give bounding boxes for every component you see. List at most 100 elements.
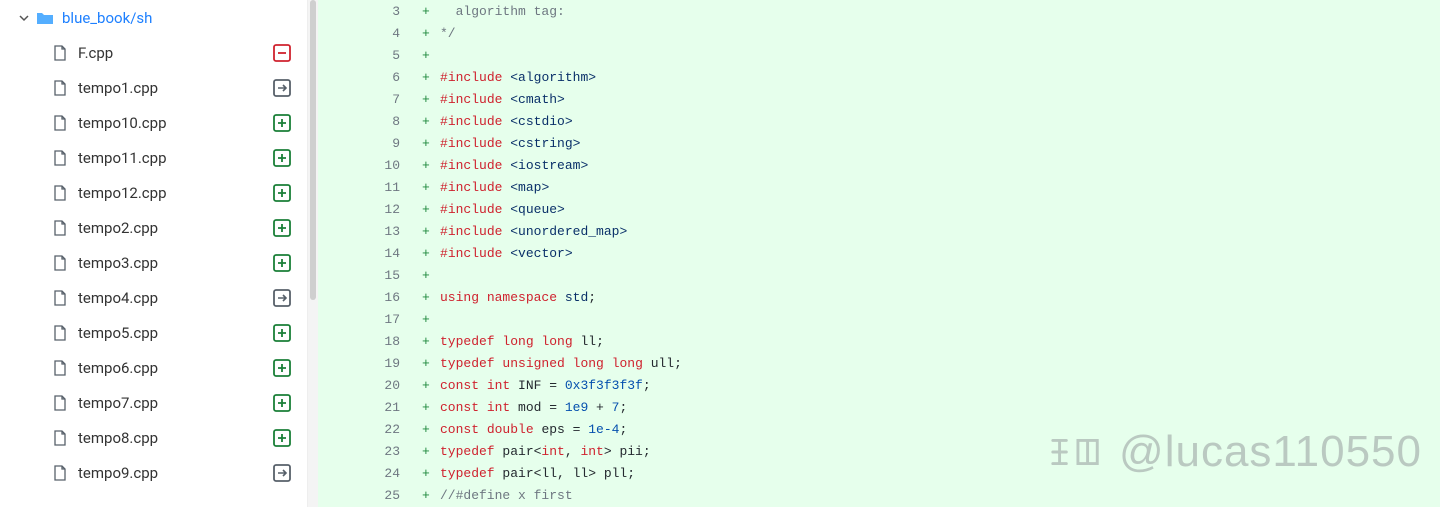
file-item[interactable]: tempo3.cpp bbox=[0, 245, 307, 280]
folder-icon bbox=[36, 10, 54, 26]
diff-plus-sign: + bbox=[418, 246, 440, 261]
status-added-icon bbox=[273, 114, 291, 132]
code-line[interactable]: 17+ bbox=[348, 308, 1440, 330]
diff-plus-sign: + bbox=[418, 48, 440, 63]
code-line[interactable]: 7+#include <cmath> bbox=[348, 88, 1440, 110]
code-line[interactable]: 20+const int INF = 0x3f3f3f3f; bbox=[348, 374, 1440, 396]
code-text: const int INF = 0x3f3f3f3f; bbox=[440, 378, 1440, 393]
code-line[interactable]: 11+#include <map> bbox=[348, 176, 1440, 198]
line-number: 10 bbox=[348, 158, 418, 173]
file-item[interactable]: tempo4.cpp bbox=[0, 280, 307, 315]
file-label: tempo4.cpp bbox=[78, 289, 273, 307]
code-line[interactable]: 4+*/ bbox=[348, 22, 1440, 44]
code-line[interactable]: 14+#include <vector> bbox=[348, 242, 1440, 264]
file-item[interactable]: tempo12.cpp bbox=[0, 175, 307, 210]
file-icon bbox=[52, 465, 68, 481]
file-item[interactable]: tempo11.cpp bbox=[0, 140, 307, 175]
file-item[interactable]: tempo6.cpp bbox=[0, 350, 307, 385]
diff-plus-sign: + bbox=[418, 202, 440, 217]
diff-plus-sign: + bbox=[418, 224, 440, 239]
status-renamed-icon bbox=[273, 289, 291, 307]
file-icon bbox=[52, 360, 68, 376]
file-label: tempo8.cpp bbox=[78, 429, 273, 447]
line-number: 13 bbox=[348, 224, 418, 239]
code-text: //#define x first bbox=[440, 488, 1440, 503]
folder-label: blue_book/sh bbox=[62, 9, 291, 27]
line-number: 9 bbox=[348, 136, 418, 151]
diff-plus-sign: + bbox=[418, 422, 440, 437]
file-item[interactable]: tempo5.cpp bbox=[0, 315, 307, 350]
diff-plus-sign: + bbox=[418, 180, 440, 195]
code-text: using namespace std; bbox=[440, 290, 1440, 305]
code-text: const double eps = 1e-4; bbox=[440, 422, 1440, 437]
file-item[interactable]: tempo8.cpp bbox=[0, 420, 307, 455]
file-icon bbox=[52, 325, 68, 341]
file-item[interactable]: tempo2.cpp bbox=[0, 210, 307, 245]
line-number: 4 bbox=[348, 26, 418, 41]
status-added-icon bbox=[273, 219, 291, 237]
code-line[interactable]: 24+typedef pair<ll, ll> pll; bbox=[348, 462, 1440, 484]
code-line[interactable]: 25+//#define x first bbox=[348, 484, 1440, 506]
line-number: 7 bbox=[348, 92, 418, 107]
sidebar-scrollbar[interactable] bbox=[308, 0, 318, 507]
line-number: 16 bbox=[348, 290, 418, 305]
code-text: #include <iostream> bbox=[440, 158, 1440, 173]
file-icon bbox=[52, 150, 68, 166]
line-number: 24 bbox=[348, 466, 418, 481]
code-text: #include <queue> bbox=[440, 202, 1440, 217]
code-line[interactable]: 10+#include <iostream> bbox=[348, 154, 1440, 176]
file-icon bbox=[52, 80, 68, 96]
diff-plus-sign: + bbox=[418, 70, 440, 85]
code-text: #include <cstdio> bbox=[440, 114, 1440, 129]
code-text: #include <vector> bbox=[440, 246, 1440, 261]
file-icon bbox=[52, 115, 68, 131]
code-text: algorithm tag: bbox=[440, 4, 1440, 19]
file-icon bbox=[52, 185, 68, 201]
file-icon bbox=[52, 395, 68, 411]
code-line[interactable]: 21+const int mod = 1e9 + 7; bbox=[348, 396, 1440, 418]
code-text: typedef long long ll; bbox=[440, 334, 1440, 349]
diff-plus-sign: + bbox=[418, 268, 440, 283]
file-item[interactable]: F.cpp bbox=[0, 35, 307, 70]
file-item[interactable]: tempo10.cpp bbox=[0, 105, 307, 140]
code-line[interactable]: 16+using namespace std; bbox=[348, 286, 1440, 308]
scrollbar-thumb[interactable] bbox=[310, 0, 316, 300]
folder-item[interactable]: blue_book/sh bbox=[0, 0, 307, 35]
status-renamed-icon bbox=[273, 464, 291, 482]
code-line[interactable]: 8+#include <cstdio> bbox=[348, 110, 1440, 132]
code-line[interactable]: 9+#include <cstring> bbox=[348, 132, 1440, 154]
diff-plus-sign: + bbox=[418, 400, 440, 415]
file-item[interactable]: tempo7.cpp bbox=[0, 385, 307, 420]
code-line[interactable]: 23+typedef pair<int, int> pii; bbox=[348, 440, 1440, 462]
line-number: 20 bbox=[348, 378, 418, 393]
code-line[interactable]: 22+const double eps = 1e-4; bbox=[348, 418, 1440, 440]
chevron-down-icon bbox=[16, 10, 32, 26]
file-label: tempo11.cpp bbox=[78, 149, 273, 167]
line-number: 8 bbox=[348, 114, 418, 129]
diff-plus-sign: + bbox=[418, 92, 440, 107]
code-text: #include <cstring> bbox=[440, 136, 1440, 151]
code-line[interactable]: 15+ bbox=[348, 264, 1440, 286]
file-tree-sidebar[interactable]: blue_book/sh F.cpptempo1.cpp tempo10.cpp t… bbox=[0, 0, 308, 507]
code-line[interactable]: 3+ algorithm tag: bbox=[348, 0, 1440, 22]
diff-plus-sign: + bbox=[418, 114, 440, 129]
status-added-icon bbox=[273, 429, 291, 447]
code-line[interactable]: 6+#include <algorithm> bbox=[348, 66, 1440, 88]
file-icon bbox=[52, 45, 68, 61]
code-line[interactable]: 5+ bbox=[348, 44, 1440, 66]
diff-plus-sign: + bbox=[418, 334, 440, 349]
code-line[interactable]: 12+#include <queue> bbox=[348, 198, 1440, 220]
file-label: tempo10.cpp bbox=[78, 114, 273, 132]
line-number: 25 bbox=[348, 488, 418, 503]
code-line[interactable]: 19+typedef unsigned long long ull; bbox=[348, 352, 1440, 374]
file-item[interactable]: tempo1.cpp bbox=[0, 70, 307, 105]
diff-code-area[interactable]: 3+ algorithm tag:4+*/5+6+#include <algor… bbox=[318, 0, 1440, 507]
line-number: 19 bbox=[348, 356, 418, 371]
file-item[interactable]: tempo9.cpp bbox=[0, 455, 307, 490]
status-removed-icon bbox=[273, 44, 291, 62]
code-text: */ bbox=[440, 26, 1440, 41]
code-line[interactable]: 13+#include <unordered_map> bbox=[348, 220, 1440, 242]
line-number: 5 bbox=[348, 48, 418, 63]
code-line[interactable]: 18+typedef long long ll; bbox=[348, 330, 1440, 352]
code-text: #include <algorithm> bbox=[440, 70, 1440, 85]
